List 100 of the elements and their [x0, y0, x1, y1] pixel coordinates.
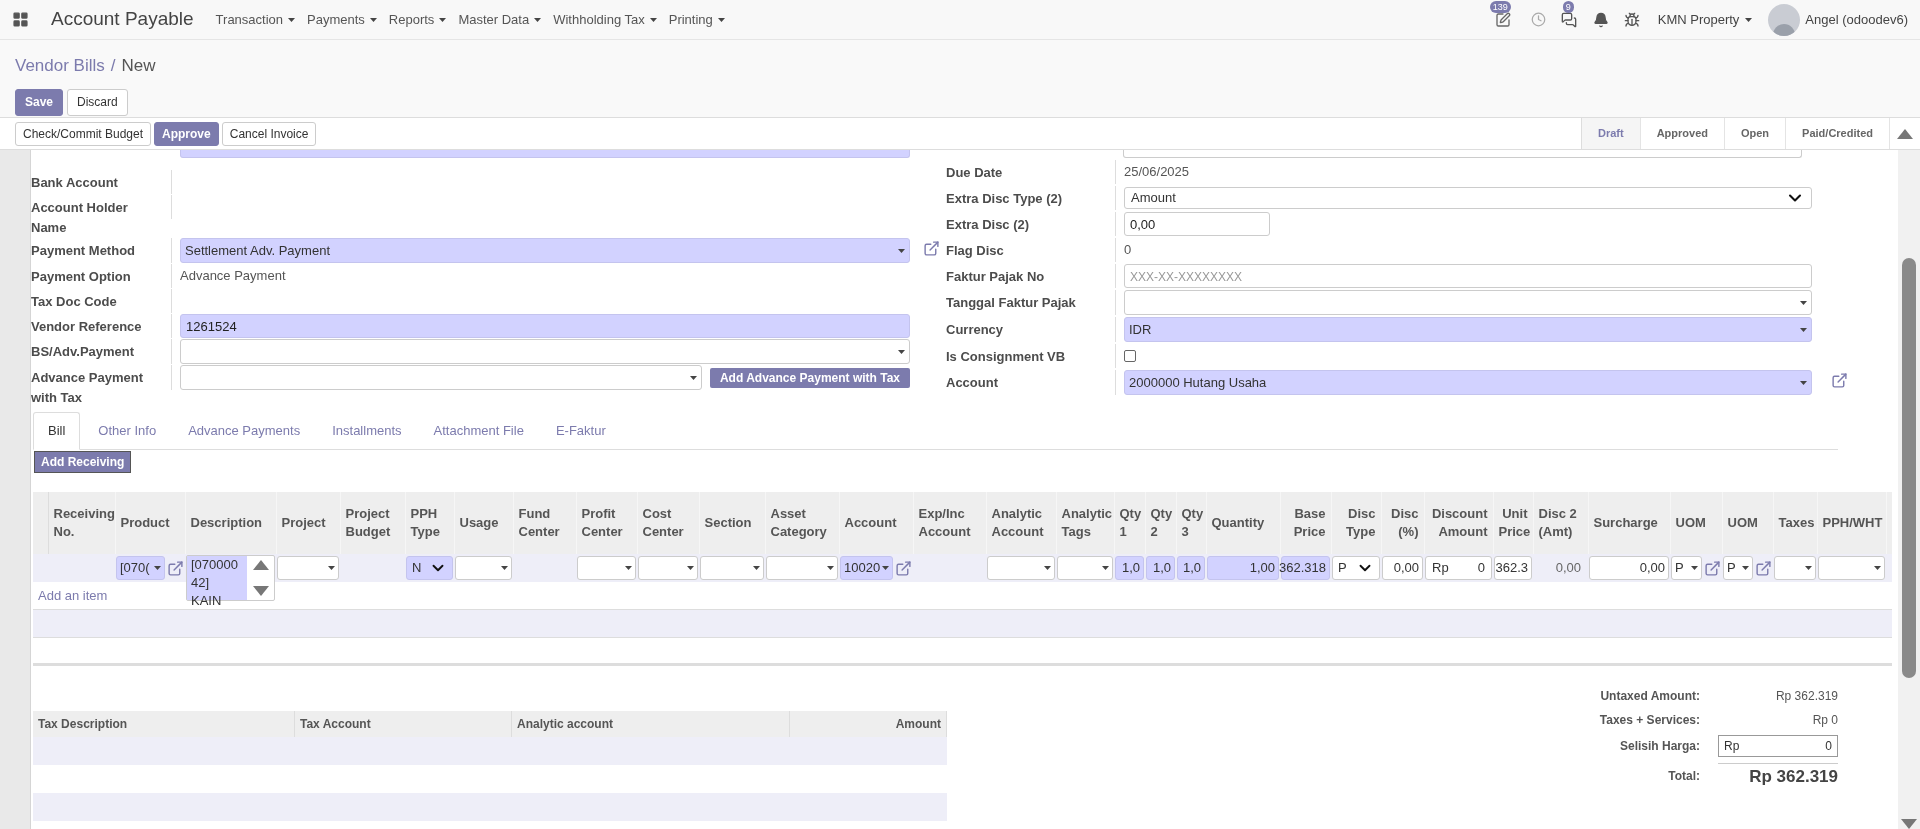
select-field[interactable] — [277, 556, 339, 580]
column-header[interactable]: Analytic account — [517, 715, 614, 733]
select-field[interactable]: Settlement Adv. Payment — [180, 238, 910, 263]
breadcrumb-link[interactable]: Vendor Bills — [15, 53, 105, 79]
column-header[interactable]: Quantity — [1211, 514, 1275, 532]
chat-icon[interactable] — [1560, 11, 1577, 28]
menu-item[interactable]: Withholding Tax — [553, 9, 657, 30]
menu-item[interactable]: Payments — [307, 9, 377, 30]
column-header[interactable]: Description — [190, 514, 271, 532]
action-button[interactable]: Check/Commit Budget — [15, 121, 152, 146]
select-field[interactable]: IDR — [1124, 317, 1812, 342]
external-link-icon[interactable] — [1755, 559, 1772, 577]
select-field[interactable]: P — [1723, 556, 1753, 580]
column-header[interactable]: Profit Center — [581, 505, 632, 541]
user-name[interactable]: Angel (odoodev6) — [1805, 9, 1908, 30]
select-field[interactable]: P — [1332, 556, 1380, 580]
company-switcher[interactable]: KMN Property — [1657, 9, 1753, 30]
column-header[interactable]: Tax Description — [38, 715, 128, 733]
edit-icon[interactable] — [1494, 11, 1511, 28]
select-field[interactable] — [455, 556, 512, 580]
add-advance-payment-button[interactable]: Add Advance Payment with Tax — [709, 367, 910, 388]
input-field[interactable]: 1,0 — [1115, 556, 1144, 580]
select-field[interactable]: P — [1671, 556, 1702, 580]
menu-item[interactable]: Printing — [668, 9, 725, 30]
input-field[interactable]: Rp 0 — [1425, 556, 1492, 580]
input-field[interactable]: 0,00 — [1124, 212, 1270, 236]
external-link-icon[interactable] — [923, 240, 940, 257]
menu-item[interactable]: Reports — [388, 9, 447, 30]
add-item-link[interactable]: Add an item — [38, 585, 108, 606]
select-field[interactable] — [1818, 556, 1885, 580]
select-field[interactable] — [987, 556, 1055, 580]
select-field[interactable]: [070( — [116, 556, 165, 580]
column-header[interactable]: Qty 2 — [1150, 505, 1171, 541]
notebook-tab[interactable]: E-Faktur — [541, 412, 620, 450]
input-field[interactable]: 1,0 — [1146, 556, 1175, 580]
column-header[interactable]: Amount — [895, 715, 941, 733]
column-header[interactable]: Asset Category — [770, 505, 834, 541]
select-field[interactable] — [180, 339, 910, 364]
input-field[interactable]: 1,00 — [1207, 556, 1279, 580]
action-button[interactable]: Discard — [67, 88, 128, 116]
input-field[interactable]: XXX-XX-XXXXXXXX — [1124, 264, 1812, 288]
external-link-icon[interactable] — [895, 559, 912, 577]
column-header[interactable]: Qty 1 — [1119, 505, 1140, 541]
select-field[interactable] — [766, 556, 838, 580]
external-link-icon[interactable] — [167, 559, 184, 577]
column-header[interactable]: Base Price — [1285, 505, 1326, 541]
select-field[interactable] — [1774, 556, 1816, 580]
menu-item[interactable]: Transaction — [215, 9, 296, 30]
user-avatar[interactable] — [1768, 3, 1801, 36]
column-header[interactable]: Analytic Account — [991, 505, 1051, 541]
column-header[interactable]: PPH Type — [410, 505, 449, 541]
column-header[interactable]: Product — [120, 514, 180, 532]
input-field[interactable]: 362.318 — [1281, 556, 1330, 580]
column-header[interactable]: Disc Type — [1336, 505, 1376, 541]
scroll-down-icon[interactable] — [1901, 819, 1917, 829]
column-header[interactable]: Disc (%) — [1386, 505, 1419, 541]
menu-item[interactable]: Master Data — [458, 9, 542, 30]
column-header[interactable]: Unit Price — [1498, 505, 1528, 541]
column-header[interactable]: Usage — [459, 514, 508, 532]
action-button[interactable]: Cancel Invoice — [221, 121, 317, 146]
external-link-icon[interactable] — [1831, 372, 1848, 389]
scrollbar[interactable] — [1898, 150, 1920, 829]
scroll-up-icon[interactable] — [252, 560, 269, 570]
select-field[interactable] — [638, 556, 698, 580]
bug-icon[interactable] — [1623, 11, 1640, 28]
clock-icon[interactable] — [1530, 12, 1546, 27]
column-header[interactable]: Qty 3 — [1181, 505, 1201, 541]
select-field[interactable] — [180, 365, 702, 390]
column-header[interactable]: UOM — [1675, 514, 1717, 532]
select-field[interactable]: 2000000 Hutang Usaha — [1124, 370, 1812, 395]
column-header[interactable]: Disc 2 (Amt) — [1538, 505, 1583, 541]
bell-icon[interactable] — [1592, 11, 1609, 28]
input-field[interactable]: 0,00 — [1382, 556, 1423, 580]
column-header[interactable]: Discount Amount — [1429, 505, 1488, 541]
column-header[interactable]: Account — [844, 514, 908, 532]
select-field[interactable]: N — [406, 556, 453, 580]
column-header[interactable]: UOM — [1727, 514, 1768, 532]
input-field[interactable]: 1261524 — [180, 314, 910, 338]
notebook-tab[interactable]: Bill — [33, 412, 81, 450]
input-field[interactable]: 1,0 — [1177, 556, 1205, 580]
column-header[interactable]: Surcharge — [1593, 514, 1665, 532]
notebook-tab[interactable]: Attachment File — [419, 412, 538, 450]
notebook-tab[interactable]: Advance Payments — [174, 412, 315, 450]
column-header[interactable]: Tax Account — [300, 715, 371, 733]
scroll-down-icon[interactable] — [252, 586, 269, 596]
select-field[interactable] — [700, 556, 764, 580]
column-header[interactable]: Project — [281, 514, 335, 532]
select-field[interactable]: 10020 — [840, 556, 893, 580]
select-field[interactable]: Amount — [1124, 187, 1812, 209]
apps-menu-icon[interactable] — [12, 11, 29, 28]
action-button[interactable]: Approve — [154, 121, 219, 146]
notebook-tab[interactable]: Installments — [318, 412, 416, 450]
scroll-up-icon[interactable] — [1897, 128, 1913, 139]
column-header[interactable]: Section — [704, 514, 760, 532]
column-header[interactable]: Fund Center — [518, 505, 571, 541]
select-field[interactable] — [577, 556, 636, 580]
input-field[interactable]: Rp 0 — [1718, 735, 1838, 757]
checkbox[interactable] — [1124, 350, 1136, 362]
add-receiving-button[interactable]: Add Receiving — [34, 451, 132, 473]
column-header[interactable]: PPH/WHT — [1822, 514, 1881, 532]
